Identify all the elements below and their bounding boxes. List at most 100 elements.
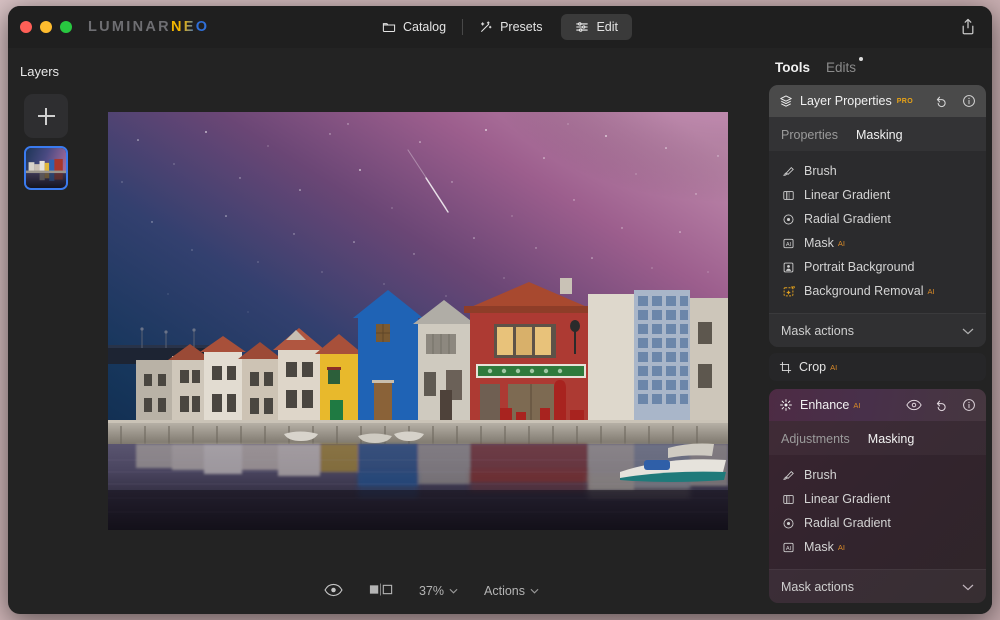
- brand-accent: NEO: [170, 19, 210, 35]
- svg-text:PRO: PRO: [791, 285, 795, 289]
- eye-icon: [324, 583, 343, 600]
- close-button[interactable]: [20, 21, 32, 33]
- brush-icon-enhance: [781, 469, 796, 482]
- before-after-toggle[interactable]: [369, 583, 393, 599]
- portrait-icon: [781, 261, 796, 274]
- mask-item-background-removal[interactable]: PRO Background Removal AI: [769, 279, 986, 303]
- subtab-enhance-masking[interactable]: Masking: [868, 432, 915, 446]
- enhance-mask-item-brush[interactable]: Brush: [769, 463, 986, 487]
- panel-tab-tools[interactable]: Tools: [775, 60, 810, 75]
- enhance-header[interactable]: Enhance AI: [769, 389, 986, 421]
- info-icon[interactable]: [962, 94, 976, 108]
- mask-item-background-removal-label: Background Removal: [804, 284, 924, 298]
- canvas-area: 37% Actions: [100, 48, 763, 614]
- mask-item-radial-gradient[interactable]: Radial Gradient: [769, 207, 986, 231]
- main-tabs: Catalog Presets Edit: [368, 14, 633, 40]
- enhance-mask-item-radial-gradient[interactable]: Radial Gradient: [769, 511, 986, 535]
- layer-properties-subtabs: Properties Masking: [769, 117, 986, 151]
- enhance-mask-actions[interactable]: Mask actions: [769, 569, 986, 603]
- enhance-mask-list: Brush Linear Gradient Radial Gradient AI…: [769, 455, 986, 569]
- mask-item-brush[interactable]: Brush: [769, 159, 986, 183]
- tab-catalog-label: Catalog: [402, 20, 447, 34]
- linear-gradient-icon: [781, 189, 796, 202]
- app-window: LUMINARNEO Catalog Presets Edit Layers 3…: [8, 6, 992, 614]
- ai-badge-enhance: AI: [853, 400, 861, 410]
- layer-properties-mask-actions-label: Mask actions: [781, 323, 854, 338]
- chevron-down-icon-actions: [530, 586, 539, 596]
- eye-icon-enhance[interactable]: [906, 399, 922, 411]
- layer-properties-mask-list: Brush Linear Gradient Radial Gradient AI…: [769, 151, 986, 313]
- linear-gradient-icon-enhance: [781, 493, 796, 506]
- layer-thumbnail-image: [26, 148, 66, 188]
- mask-item-radial-gradient-label: Radial Gradient: [804, 212, 891, 226]
- photo-canvas[interactable]: [108, 112, 728, 530]
- brand-primary: LUMINAR: [88, 19, 171, 35]
- tab-edit-label: Edit: [596, 20, 619, 34]
- tab-edit[interactable]: Edit: [561, 14, 633, 40]
- ai-mask-icon-enhance: AI: [781, 541, 796, 554]
- mask-item-linear-gradient-label: Linear Gradient: [804, 188, 891, 202]
- layer-properties-header[interactable]: Layer Properties PRO: [769, 85, 986, 117]
- tab-separator: [462, 19, 464, 35]
- crop-icon: [779, 361, 792, 374]
- panel-tab-tools-label: Tools: [775, 60, 810, 75]
- mask-item-portrait-background-label: Portrait Background: [804, 260, 915, 274]
- mask-item-mask[interactable]: AI Mask AI: [769, 231, 986, 255]
- ai-badge-crop: AI: [830, 362, 838, 372]
- card-layer-properties: Layer Properties PRO Properties Masking …: [769, 85, 986, 347]
- ai-mask-icon: AI: [781, 237, 796, 250]
- panel-tabs: Tools Edits: [763, 48, 992, 85]
- subtab-masking[interactable]: Masking: [856, 128, 903, 142]
- ai-badge-mask: AI: [837, 238, 845, 248]
- mask-item-linear-gradient[interactable]: Linear Gradient: [769, 183, 986, 207]
- ai-badge-bg-removal: AI: [927, 286, 935, 296]
- chevron-down-icon-mask-actions-lp: [962, 324, 974, 338]
- minimize-button[interactable]: [40, 21, 52, 33]
- tab-catalog[interactable]: Catalog: [368, 14, 460, 40]
- enhance-mask-item-mask[interactable]: AI Mask AI: [769, 535, 986, 559]
- chevron-down-icon: [449, 586, 458, 596]
- layers-stack-icon: [779, 94, 793, 108]
- reset-icon[interactable]: [935, 94, 949, 108]
- info-icon-enhance[interactable]: [962, 398, 976, 412]
- add-layer-button[interactable]: [24, 94, 68, 138]
- radial-gradient-icon-enhance: [781, 517, 796, 530]
- actions-menu[interactable]: Actions: [484, 584, 539, 598]
- reset-icon-enhance[interactable]: [935, 398, 949, 412]
- app-brand: LUMINARNEO: [88, 19, 209, 35]
- enhance-mask-item-linear-gradient[interactable]: Linear Gradient: [769, 487, 986, 511]
- preview-toggle[interactable]: [324, 583, 343, 600]
- zoom-level-value: 37%: [418, 584, 445, 598]
- enhance-subtabs: Adjustments Masking: [769, 421, 986, 455]
- layers-title: Layers: [20, 64, 60, 79]
- radial-gradient-icon: [781, 213, 796, 226]
- panel-tab-edits[interactable]: Edits: [826, 57, 864, 75]
- canvas-bottom-bar: 37% Actions: [100, 574, 763, 608]
- layer-thumbnail[interactable]: [24, 146, 68, 190]
- mask-item-brush-label: Brush: [804, 164, 837, 178]
- subtab-properties[interactable]: Properties: [781, 128, 838, 142]
- title-bar: LUMINARNEO Catalog Presets Edit: [8, 6, 992, 48]
- ai-badge-enhance-mask: AI: [837, 542, 845, 552]
- zoom-button[interactable]: [60, 21, 72, 33]
- share-upload-icon[interactable]: [958, 17, 978, 37]
- tab-presets[interactable]: Presets: [465, 14, 556, 40]
- mask-item-portrait-background[interactable]: Portrait Background: [769, 255, 986, 279]
- zoom-level-control[interactable]: 37%: [419, 584, 458, 598]
- enhance-title: Enhance: [800, 398, 850, 412]
- pro-badge: PRO: [896, 97, 914, 105]
- folder-icon: [382, 20, 396, 34]
- subtab-adjustments[interactable]: Adjustments: [781, 432, 850, 446]
- wand-icon: [479, 20, 493, 34]
- layer-properties-actions: [935, 94, 976, 108]
- enhance-sparkle-icon: [779, 398, 793, 412]
- enhance-mask-actions-label: Mask actions: [781, 579, 854, 594]
- background-removal-icon: PRO: [781, 285, 796, 298]
- layer-properties-mask-actions[interactable]: Mask actions: [769, 313, 986, 347]
- plus-icon: [37, 107, 55, 125]
- tool-row-crop[interactable]: Crop AI: [769, 353, 986, 381]
- tool-row-crop-label: Crop: [799, 360, 827, 374]
- actions-label: Actions: [484, 584, 526, 598]
- card-enhance: Enhance AI Adjustments Masking Brush Lin…: [769, 389, 986, 603]
- panel-tab-edits-label: Edits: [826, 60, 857, 75]
